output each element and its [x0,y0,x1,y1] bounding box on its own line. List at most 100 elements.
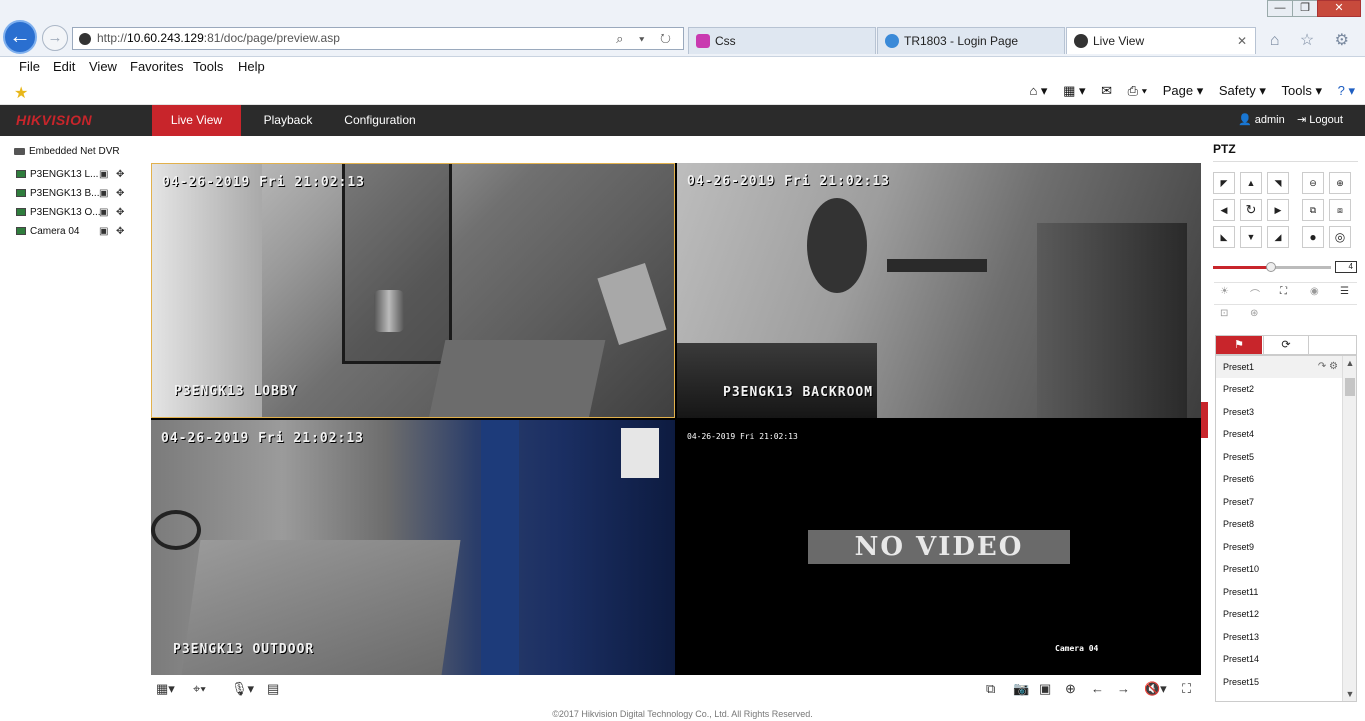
browser-nav-icons[interactable]: ⌂ ☆ ⚙ [1270,30,1357,50]
user-menu[interactable]: 👤 admin [1238,105,1285,136]
menu-tools[interactable]: Tools [193,59,223,74]
help-icon[interactable]: ? ▾ [1338,83,1355,98]
ptz-icon[interactable]: ✥ [116,207,124,218]
back-button[interactable]: ← [3,20,37,54]
zoom-in-icon[interactable]: ⊕ [1329,172,1351,194]
fullscreen-icon[interactable]: ⛶ [1182,681,1191,697]
preset-item[interactable]: Preset9 [1216,536,1342,558]
nav-configuration[interactable]: Configuration [336,105,424,136]
ptz-icon[interactable]: ✥ [116,226,124,237]
zoom-out-icon[interactable]: ⊖ [1302,172,1324,194]
nav-playback[interactable]: Playback [250,105,326,136]
preset-item[interactable]: Preset8 [1216,513,1342,535]
camera-item-2[interactable]: P3ENGK13 B... ▣ ✥ [16,188,146,204]
preset-item[interactable]: Preset11 [1216,581,1342,603]
wiper-icon[interactable]: ⌒ [1250,286,1260,301]
menu-help[interactable]: Help [238,59,265,74]
address-controls[interactable]: ⌕ ▾ ↻ [616,28,677,49]
ptz-auto-scan-button[interactable]: ↻ [1240,199,1262,221]
focus-near-icon[interactable]: ⧉ [1302,199,1324,221]
restore-button[interactable]: ❐ [1292,0,1318,17]
preset-item[interactable]: Preset12 [1216,603,1342,625]
print-icon[interactable]: ⎙ ▾ [1128,83,1147,98]
iris-close-icon[interactable]: ◎ [1329,226,1351,248]
window-layout-icon[interactable]: ▦▾ [156,681,175,697]
tab-css[interactable]: Css [688,27,876,54]
speed-value[interactable]: 4 [1335,261,1357,273]
ptz-up-left-button[interactable]: ◤ [1213,172,1235,194]
preset-item[interactable]: Preset2 [1216,378,1342,400]
menu-file[interactable]: File [19,59,40,74]
preset-item[interactable]: Preset15 [1216,671,1342,693]
home-icon[interactable]: ⌂ ▾ [1029,83,1047,98]
preset-scrollbar[interactable]: ▲ ▼ [1342,356,1356,701]
safety-menu[interactable]: Safety ▾ [1219,83,1266,98]
record-icon[interactable]: ▣ [99,188,108,199]
camera-item-1[interactable]: P3ENGK13 L... ▣ ✥ [16,169,146,185]
tools-menu[interactable]: Tools ▾ [1282,83,1323,98]
preset-item[interactable]: Preset5 [1216,446,1342,468]
audio-icon[interactable]: 🔇▾ [1144,681,1167,697]
call-preset-icon[interactable]: ↷ [1318,361,1326,372]
ptz-icon[interactable]: ✥ [116,169,124,180]
menu-view[interactable]: View [89,59,117,74]
scroll-up-icon[interactable]: ▲ [1343,358,1356,368]
next-page-icon[interactable]: → [1117,681,1130,696]
minimize-button[interactable]: — [1267,0,1293,17]
nav-live-view[interactable]: Live View [152,105,241,136]
mail-icon[interactable]: ✉ [1101,83,1112,98]
ptz-left-button[interactable]: ◀ [1213,199,1235,221]
record-icon[interactable]: ▣ [99,169,108,180]
start-all-live-icon[interactable]: ⌖▾ [193,681,206,697]
preset-item[interactable]: Preset3 [1216,401,1342,423]
address-bar[interactable]: http://10.60.243.129:81/doc/page/preview… [72,27,684,50]
preset-item[interactable]: Preset10 [1216,558,1342,580]
ptz-right-button[interactable]: ▶ [1267,199,1289,221]
preset-item[interactable]: Preset14 [1216,648,1342,670]
3d-zoom-icon[interactable]: ⊛ [1250,308,1258,319]
scroll-thumb[interactable] [1345,378,1355,396]
ptz-down-left-button[interactable]: ◣ [1213,226,1235,248]
scroll-down-icon[interactable]: ▼ [1343,689,1356,699]
feeds-icon[interactable]: ▦ ▾ [1063,83,1085,98]
stop-all-icon[interactable]: ⧉ [986,681,995,697]
video-pane-3[interactable]: 04-26-2019 Fri 21:02:13 P3ENGK13 OUTDOOR [151,420,675,675]
set-preset-icon[interactable]: ⚙ [1329,361,1338,372]
video-pane-4[interactable]: 04-26-2019 Fri 21:02:13 NO VIDEO Camera … [677,420,1201,675]
preset-item[interactable]: Preset1 ↷ ⚙ [1216,356,1342,378]
digital-zoom-icon[interactable]: ⊕ [1065,681,1076,697]
tab-live-view[interactable]: Live View ✕ [1066,27,1256,54]
capture-icon[interactable]: 📷 [1013,681,1029,697]
forward-button[interactable]: → [42,25,68,51]
ptz-up-right-button[interactable]: ◥ [1267,172,1289,194]
stream-icon[interactable]: ▤ [267,681,279,697]
favorites-star-icon[interactable]: ★ [14,83,28,103]
ptz-icon[interactable]: ✥ [116,188,124,199]
focus-far-icon[interactable]: ⧈ [1329,199,1351,221]
preset-item[interactable]: Preset6 [1216,468,1342,490]
tab-close-icon[interactable]: ✕ [1237,28,1247,54]
manual-track-icon[interactable]: ⊡ [1220,308,1228,319]
camera-item-4[interactable]: Camera 04 ▣ ✥ [16,226,146,242]
page-menu[interactable]: Page ▾ [1163,83,1204,98]
video-pane-2[interactable]: 04-26-2019 Fri 21:02:13 P3ENGK13 BACKROO… [677,163,1201,418]
ptz-up-button[interactable]: ▲ [1240,172,1262,194]
menu-edit[interactable]: Edit [53,59,75,74]
logout-button[interactable]: ⇥ Logout [1297,105,1343,136]
camera-item-3[interactable]: P3ENGK13 O... ▣ ✥ [16,207,146,223]
light-icon[interactable]: ☀ [1220,286,1229,297]
microphone-icon[interactable]: 🎙▾ [231,681,254,697]
record-icon[interactable]: ▣ [99,226,108,237]
video-pane-1[interactable]: 04-26-2019 Fri 21:02:13 P3ENGK13 LOBBY [151,163,675,418]
dvr-root[interactable]: Embedded Net DVR [14,146,120,157]
tab-patrols[interactable]: ⟳ [1263,336,1309,354]
preset-item[interactable]: Preset7 [1216,491,1342,513]
record-icon[interactable]: ▣ [99,207,108,218]
tab-tr1803-login[interactable]: TR1803 - Login Page [877,27,1065,54]
lens-init-icon[interactable]: ◉ [1310,286,1319,297]
preset-item[interactable]: Preset13 [1216,626,1342,648]
close-window-button[interactable]: ✕ [1317,0,1361,17]
previous-page-icon[interactable]: ← [1091,681,1104,696]
menu-favorites[interactable]: Favorites [130,59,183,74]
preset-item[interactable]: Preset4 [1216,423,1342,445]
